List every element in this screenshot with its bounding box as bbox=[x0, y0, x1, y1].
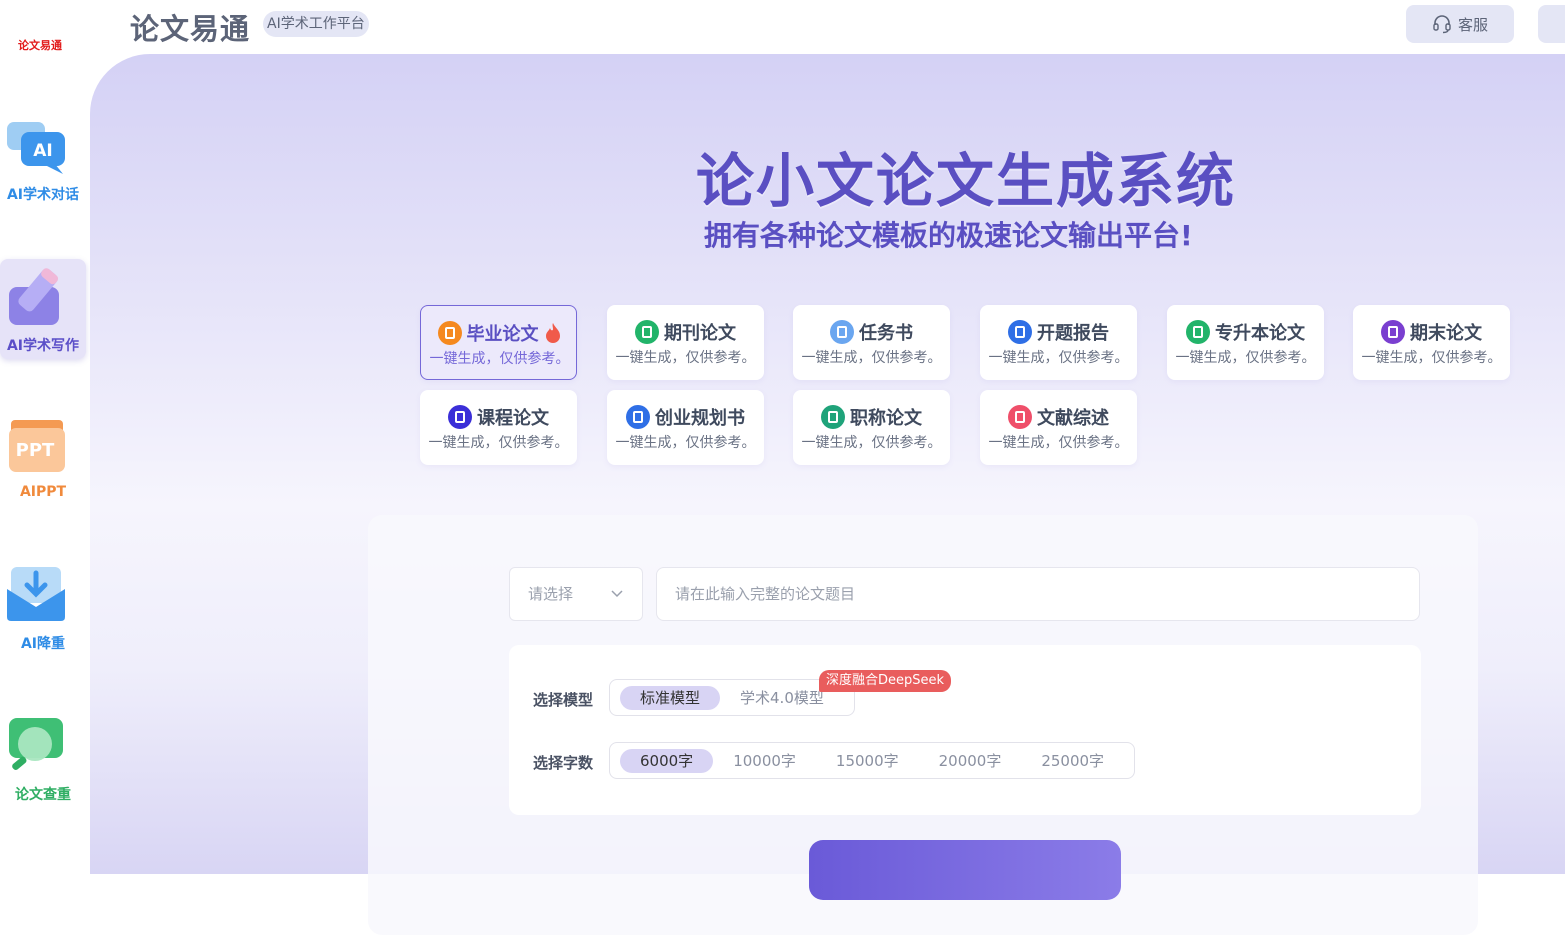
word-count-selector: 6000字 10000字 15000字 20000字 25000字 bbox=[609, 742, 1136, 779]
options-box: 选择模型 标准模型 学术4.0模型 深度融合DeepSeek 选择字数 6000… bbox=[509, 645, 1421, 815]
word-option[interactable]: 6000字 bbox=[620, 748, 714, 773]
word-option[interactable]: 25000字 bbox=[1021, 749, 1124, 773]
user-menu-button[interactable] bbox=[1538, 5, 1565, 43]
card-subtitle: 一键生成，仅供参考。 bbox=[1175, 350, 1316, 366]
word-option[interactable]: 20000字 bbox=[919, 749, 1022, 773]
copy-icon bbox=[626, 405, 650, 429]
category-select-value: 请选择 bbox=[528, 585, 574, 603]
word-option[interactable]: 10000字 bbox=[713, 749, 816, 773]
card-title: 创业规划书 bbox=[655, 408, 745, 429]
card-assignment[interactable]: 任务书 一键生成，仅供参考。 bbox=[793, 305, 950, 380]
sidebar-item-label: AI学术写作 bbox=[6, 338, 80, 354]
card-subtitle: 一键生成，仅供参考。 bbox=[801, 435, 942, 451]
customer-service-button[interactable]: 客服 bbox=[1406, 5, 1514, 43]
hot-flame-icon bbox=[545, 323, 560, 343]
brand-title: 论文易通 bbox=[130, 12, 251, 46]
sidebar-item-ai-writing[interactable]: AI学术写作 bbox=[0, 259, 86, 359]
card-business-plan[interactable]: 创业规划书 一键生成，仅供参考。 bbox=[607, 390, 764, 465]
card-title: 期刊论文 bbox=[664, 323, 736, 344]
save-icon bbox=[1008, 320, 1032, 344]
download-mail-icon bbox=[7, 567, 65, 621]
clipboard-icon bbox=[830, 320, 854, 344]
words-label: 选择字数 bbox=[533, 754, 594, 772]
sidebar-item-label: AIPPT bbox=[19, 484, 67, 500]
svg-text:PPT: PPT bbox=[16, 440, 55, 461]
card-course-paper[interactable]: 课程论文 一键生成，仅供参考。 bbox=[420, 390, 577, 465]
card-subtitle: 一键生成，仅供参考。 bbox=[988, 435, 1129, 451]
card-subtitle: 一键生成，仅供参考。 bbox=[801, 350, 942, 366]
customer-service-label: 客服 bbox=[1457, 15, 1488, 34]
ai-chat-icon: AI bbox=[7, 122, 65, 174]
pen-icon bbox=[9, 268, 59, 325]
book-icon bbox=[1186, 320, 1210, 344]
card-subtitle: 一键生成，仅供参考。 bbox=[428, 435, 569, 451]
chevron-down-icon bbox=[611, 590, 623, 598]
sidebar-item-label: AI学术对话 bbox=[6, 187, 80, 203]
generation-form: 请选择 选择模型 标准模型 学术4.0模型 深度融合DeepSeek 选择字数 … bbox=[368, 515, 1478, 935]
deepseek-badge: 深度融合DeepSeek bbox=[819, 670, 952, 692]
card-subtitle: 一键生成，仅供参考。 bbox=[429, 351, 570, 367]
document-icon bbox=[635, 320, 659, 344]
certificate-icon bbox=[821, 405, 845, 429]
ppt-icon: PPT bbox=[9, 420, 65, 472]
card-title: 专升本论文 bbox=[1215, 323, 1305, 344]
logo: 论文易通 bbox=[18, 39, 62, 52]
word-option[interactable]: 15000字 bbox=[816, 749, 919, 773]
hero-subtitle: 拥有各种论文模板的极速论文输出平台! bbox=[704, 219, 1193, 252]
document-icon bbox=[1381, 320, 1405, 344]
card-subtitle: 一键生成，仅供参考。 bbox=[1361, 350, 1502, 366]
document-icon bbox=[437, 321, 462, 345]
card-title: 文献综述 bbox=[1037, 408, 1109, 429]
model-label: 选择模型 bbox=[533, 691, 594, 709]
paper-title-input[interactable] bbox=[656, 567, 1420, 621]
card-journal-paper[interactable]: 期刊论文 一键生成，仅供参考。 bbox=[607, 305, 764, 380]
sidebar-item-label: 论文查重 bbox=[15, 787, 71, 803]
card-subtitle: 一键生成，仅供参考。 bbox=[615, 435, 756, 451]
card-literature-review[interactable]: 文献综述 一键生成，仅供参考。 bbox=[980, 390, 1137, 465]
card-proposal-report[interactable]: 开题报告 一键生成，仅供参考。 bbox=[980, 305, 1137, 380]
model-selector: 标准模型 学术4.0模型 bbox=[609, 679, 855, 716]
card-professional-title-paper[interactable]: 职称论文 一键生成，仅供参考。 bbox=[793, 390, 950, 465]
card-title: 职称论文 bbox=[850, 408, 922, 429]
sidebar: 论文易通 AI AI学术对话 AI学术写作 PPT AIPPT AI降重 论文查… bbox=[0, 0, 90, 852]
hero-title: 论小文论文生成系统 bbox=[696, 147, 1237, 215]
card-subtitle: 一键生成，仅供参考。 bbox=[615, 350, 756, 366]
sidebar-item-label: AI降重 bbox=[20, 636, 66, 652]
card-upgrade-thesis[interactable]: 专升本论文 一键生成，仅供参考。 bbox=[1167, 305, 1324, 380]
svg-text:AI: AI bbox=[33, 141, 52, 161]
card-title: 开题报告 bbox=[1037, 323, 1109, 344]
list-icon bbox=[1008, 405, 1032, 429]
sidebar-item-ai-chat[interactable]: AI AI学术对话 bbox=[0, 118, 86, 218]
card-title: 课程论文 bbox=[477, 408, 549, 429]
category-select[interactable]: 请选择 bbox=[509, 567, 643, 621]
save-icon bbox=[448, 405, 472, 429]
card-graduation-thesis[interactable]: 毕业论文 一键生成，仅供参考。 bbox=[420, 305, 577, 380]
brand-tag: AI学术工作平台 bbox=[263, 11, 369, 37]
card-subtitle: 一键生成，仅供参考。 bbox=[988, 350, 1129, 366]
card-title: 任务书 bbox=[859, 323, 913, 344]
card-final-paper[interactable]: 期末论文 一键生成，仅供参考。 bbox=[1353, 305, 1510, 380]
main-panel: 论小文论文生成系统 拥有各种论文模板的极速论文输出平台! 毕业论文 一键生成，仅… bbox=[90, 54, 1565, 935]
magnifier-icon bbox=[9, 718, 63, 770]
card-title: 期末论文 bbox=[1410, 323, 1482, 344]
sidebar-item-aippt[interactable]: PPT AIPPT bbox=[0, 418, 86, 518]
paper-type-cards: 毕业论文 一键生成，仅供参考。 期刊论文 一键生成，仅供参考。 任务书 一键生成… bbox=[420, 305, 1520, 475]
headset-icon bbox=[1433, 15, 1451, 34]
sidebar-item-ai-rewrite[interactable]: AI降重 bbox=[0, 565, 86, 665]
model-option-standard[interactable]: 标准模型 bbox=[620, 685, 721, 710]
generate-button[interactable] bbox=[809, 840, 1121, 900]
sidebar-item-plagiarism-check[interactable]: 论文查重 bbox=[0, 716, 86, 816]
card-title: 毕业论文 bbox=[466, 324, 539, 345]
